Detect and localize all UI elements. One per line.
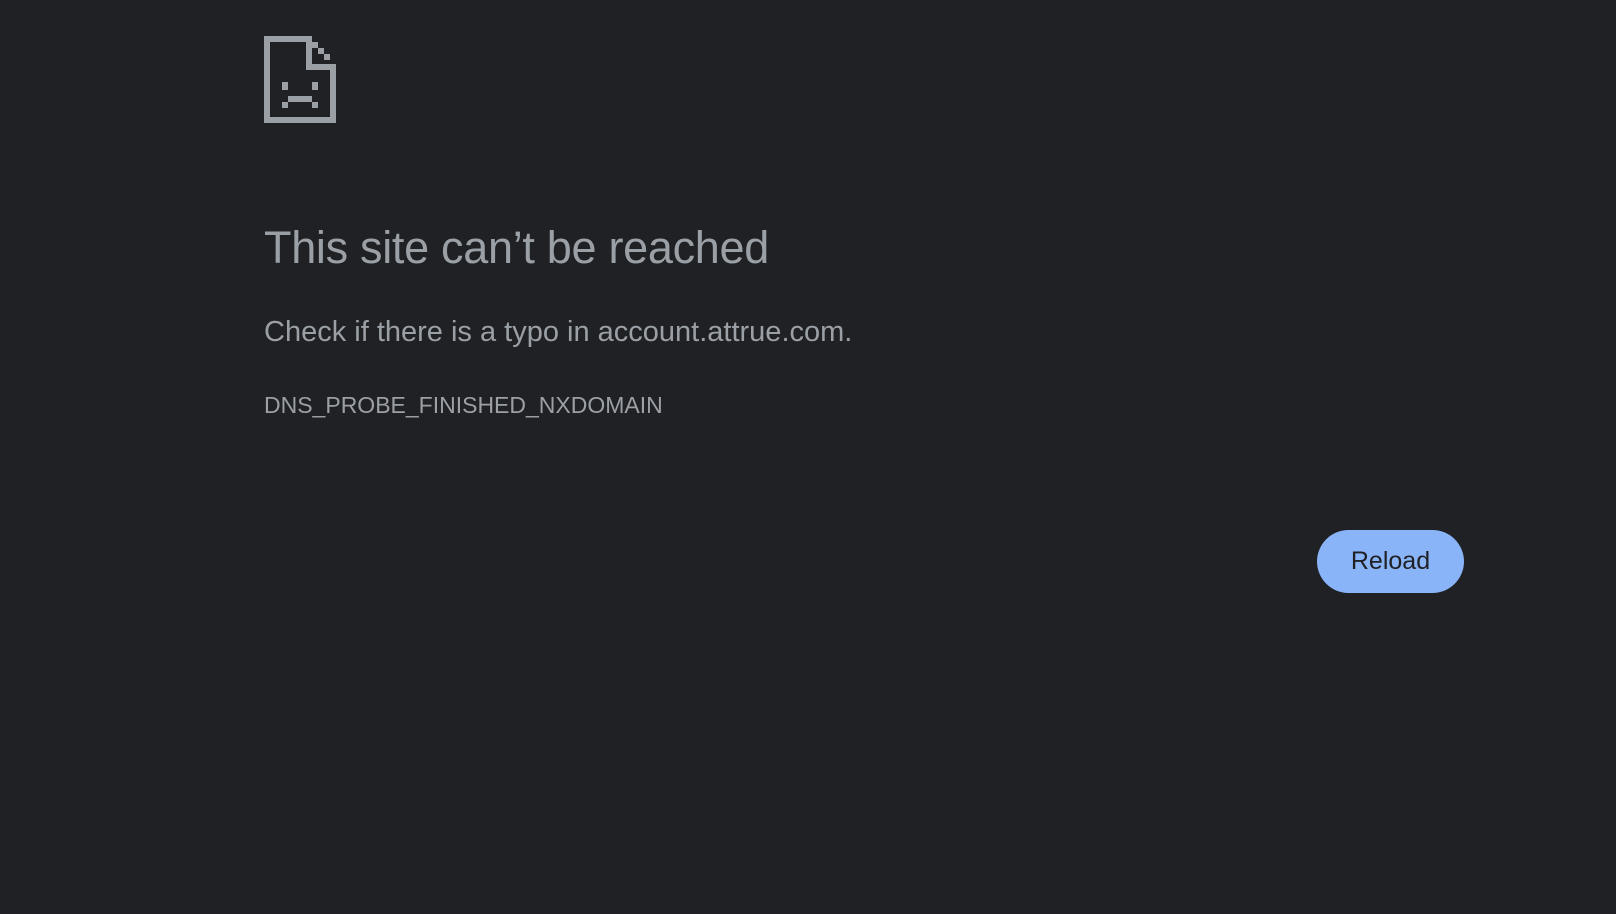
page-title: This site can’t be reached (264, 222, 769, 273)
error-code: DNS_PROBE_FINISHED_NXDOMAIN (264, 392, 663, 418)
reload-button[interactable]: Reload (1317, 530, 1464, 593)
error-page: This site can’t be reached Check if ther… (0, 0, 1616, 914)
sad-document-icon (264, 36, 336, 123)
error-summary: Check if there is a typo in account.attr… (264, 316, 853, 348)
